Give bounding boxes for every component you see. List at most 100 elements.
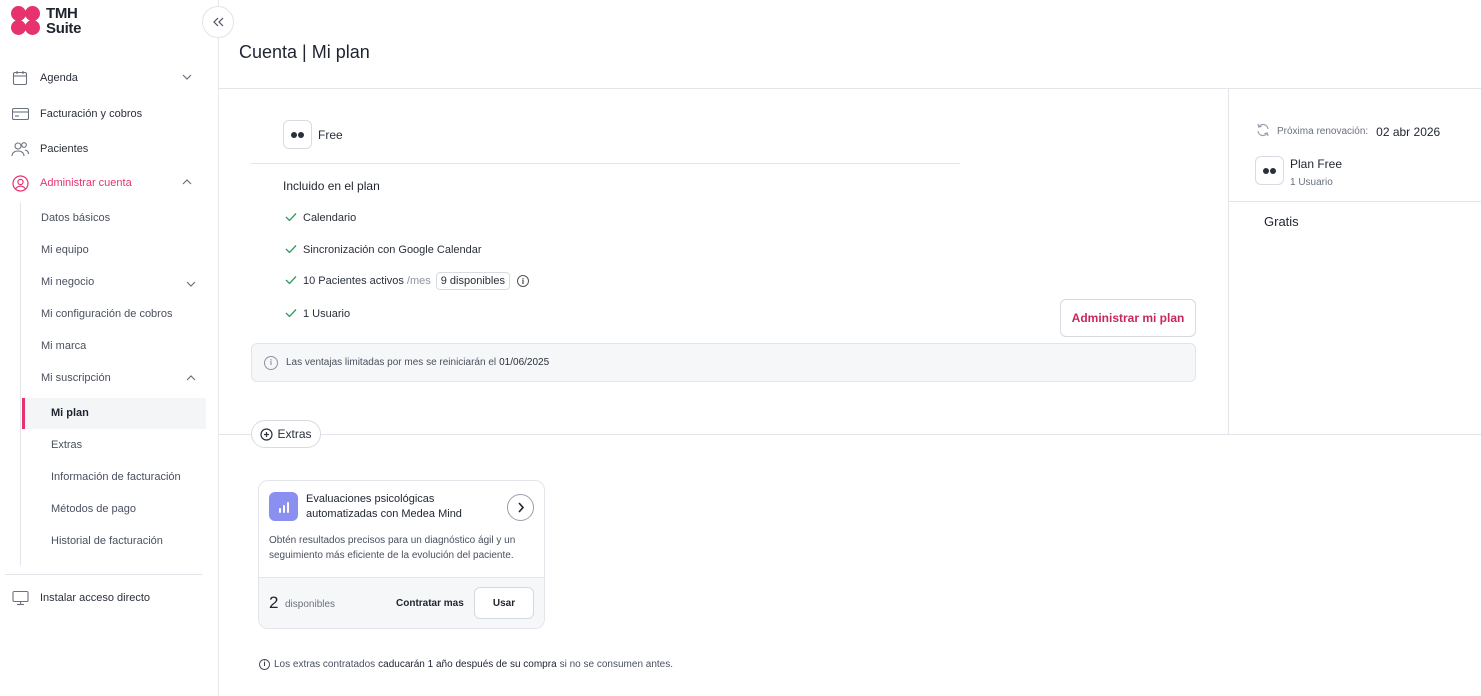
feature-label: 10 Pacientes activos	[303, 275, 404, 287]
extra-card-description: Obtén resultados precisos para un diagnó…	[269, 533, 515, 563]
users-icon	[11, 140, 29, 158]
sidebar-subitem-payment-methods[interactable]: Métodos de pago	[51, 499, 136, 519]
sidebar-subitem-billing-history[interactable]: Historial de facturación	[51, 531, 163, 551]
sidebar-divider	[5, 574, 202, 575]
sidebar-subitem-my-business[interactable]: Mi negocio	[41, 272, 201, 292]
sidebar-subitem-label: Extras	[51, 439, 83, 451]
info-icon[interactable]: i	[516, 275, 529, 287]
page-title: Cuenta | Mi plan	[239, 42, 370, 62]
tab-extras[interactable]: Extras	[251, 420, 321, 448]
feature-label: 1 Usuario	[303, 308, 351, 320]
sidebar-item-billing[interactable]: Facturación y cobros	[0, 99, 218, 129]
check-icon	[285, 274, 297, 288]
sidebar-item-account[interactable]: Administrar cuenta	[0, 168, 218, 198]
feature-item: 10 Pacientes activos /mes 9 disponibles …	[285, 272, 529, 290]
feature-item: Sincronización con Google Calendar	[285, 243, 482, 257]
sidebar-subitem-subscription[interactable]: Mi suscripción	[41, 368, 201, 388]
sidebar-subitem-label: Mi suscripción	[41, 372, 111, 384]
plan-name: Free	[318, 128, 343, 142]
logo-icon	[10, 5, 42, 37]
sidebar-subitem-extras[interactable]: Extras	[51, 435, 82, 455]
sidebar-subitem-label: Mi negocio	[41, 276, 95, 288]
extras-divider	[219, 434, 1481, 435]
sidebar-subitem-label: Métodos de pago	[51, 503, 137, 515]
brand-logo[interactable]: TMH Suite	[10, 5, 81, 37]
expiry-note-bold: caducarán 1 año después de su compra	[378, 659, 557, 670]
info-icon: i	[259, 659, 270, 670]
sidebar-item-label: Facturación y cobros	[40, 108, 143, 120]
notice-date: 01/06/2025	[499, 357, 550, 368]
user-circle-icon	[11, 174, 29, 192]
feature-label: Sincronización con Google Calendar	[303, 244, 482, 256]
summary-price: Gratis	[1264, 214, 1299, 229]
tab-extras-label: Extras	[277, 427, 312, 441]
chevron-up-icon	[186, 373, 196, 385]
calendar-icon	[11, 69, 29, 87]
double-chevron-left-icon	[212, 14, 224, 31]
install-shortcut-label: Instalar acceso directo	[40, 592, 151, 604]
refresh-icon	[1256, 123, 1270, 140]
sidebar-item-patients[interactable]: Pacientes	[0, 134, 218, 164]
plan-icon	[283, 120, 312, 149]
sidebar-subitem-label: Mi marca	[41, 340, 87, 352]
use-extra-button[interactable]: Usar	[474, 587, 534, 619]
header-divider	[219, 88, 1481, 89]
feature-item: Calendario	[285, 211, 356, 225]
extra-card-open-button[interactable]	[507, 494, 534, 521]
sidebar-item-label: Pacientes	[40, 143, 89, 155]
feature-item: 1 Usuario	[285, 307, 350, 321]
expiry-note-suffix: si no se consumen antes.	[559, 659, 674, 670]
extra-card-footer: 2 disponibles Contratar mas Usar	[259, 577, 544, 628]
sidebar-subitem-my-team[interactable]: Mi equipo	[41, 240, 89, 260]
extra-card-title: Evaluaciones psicológicas automatizadas …	[306, 492, 462, 522]
sidebar-item-agenda[interactable]: Agenda	[0, 63, 218, 93]
install-shortcut-button[interactable]: Instalar acceso directo	[0, 583, 218, 613]
sidebar-subitem-label: Información de facturación	[51, 471, 181, 483]
plan-divider	[251, 163, 960, 164]
extra-card-title-line: automatizadas con Medea Mind	[306, 508, 462, 520]
expiry-note-prefix: Los extras contratados	[274, 659, 376, 670]
sidebar-subitem-label: Mi configuración de cobros	[41, 308, 173, 320]
summary-plan-name: Plan Free	[1290, 157, 1343, 171]
sidebar-subitem-my-brand[interactable]: Mi marca	[41, 336, 86, 356]
plus-circle-icon	[260, 427, 274, 441]
sidebar-item-label: Agenda	[40, 72, 78, 84]
sidebar-subitem-label: Historial de facturación	[51, 535, 163, 547]
chart-bars-icon	[269, 492, 298, 521]
renewal-row: Próxima renovación: 02 abr 2026	[1256, 123, 1440, 140]
sidebar-subitem-billing-info[interactable]: Información de facturación	[51, 467, 181, 487]
brand-name-line2: Suite	[46, 20, 82, 37]
sidebar-subitem-payment-config[interactable]: Mi configuración de cobros	[41, 304, 172, 324]
chevron-down-icon	[182, 72, 192, 84]
sidebar-subitem-label: Mi plan	[51, 407, 89, 419]
info-icon: i	[264, 355, 278, 370]
included-title: Incluido en el plan	[283, 179, 380, 193]
panel-divider	[1228, 89, 1229, 434]
renewal-label: Próxima renovación:	[1277, 126, 1369, 137]
collapse-sidebar-button[interactable]	[202, 6, 234, 38]
chevron-up-icon	[182, 177, 192, 189]
available-badge: 9 disponibles	[435, 272, 510, 290]
summary-plan-users: 1 Usuario	[1290, 177, 1333, 188]
feature-suffix: /mes	[406, 275, 431, 287]
check-icon	[285, 243, 297, 257]
monitor-icon	[11, 589, 29, 607]
card-icon	[11, 105, 29, 123]
extra-available-count: 2	[269, 593, 279, 612]
submenu-guide-line	[20, 202, 21, 566]
sidebar-subitem-my-plan[interactable]: Mi plan	[51, 403, 89, 423]
extras-expiry-note: i Los extras contratados caducarán 1 año…	[259, 659, 673, 670]
check-icon	[285, 307, 297, 321]
reset-notice: i Las ventajas limitadas por mes se rein…	[251, 343, 1196, 382]
manage-plan-button[interactable]: Administrar mi plan	[1060, 299, 1196, 337]
extra-card: Evaluaciones psicológicas automatizadas …	[258, 480, 545, 629]
extra-available-label: disponibles	[285, 599, 336, 610]
feature-label: Calendario	[303, 212, 357, 224]
chevron-down-icon	[186, 279, 196, 291]
buy-more-button[interactable]: Contratar mas	[396, 598, 464, 609]
extra-card-desc-line: seguimiento más eficiente de la evolució…	[269, 550, 514, 561]
notice-text: Las ventajas limitadas por mes se reinic…	[286, 357, 497, 368]
check-icon	[285, 211, 297, 225]
plan-icon	[1255, 156, 1284, 185]
sidebar-subitem-basic-data[interactable]: Datos básicos	[41, 208, 110, 228]
